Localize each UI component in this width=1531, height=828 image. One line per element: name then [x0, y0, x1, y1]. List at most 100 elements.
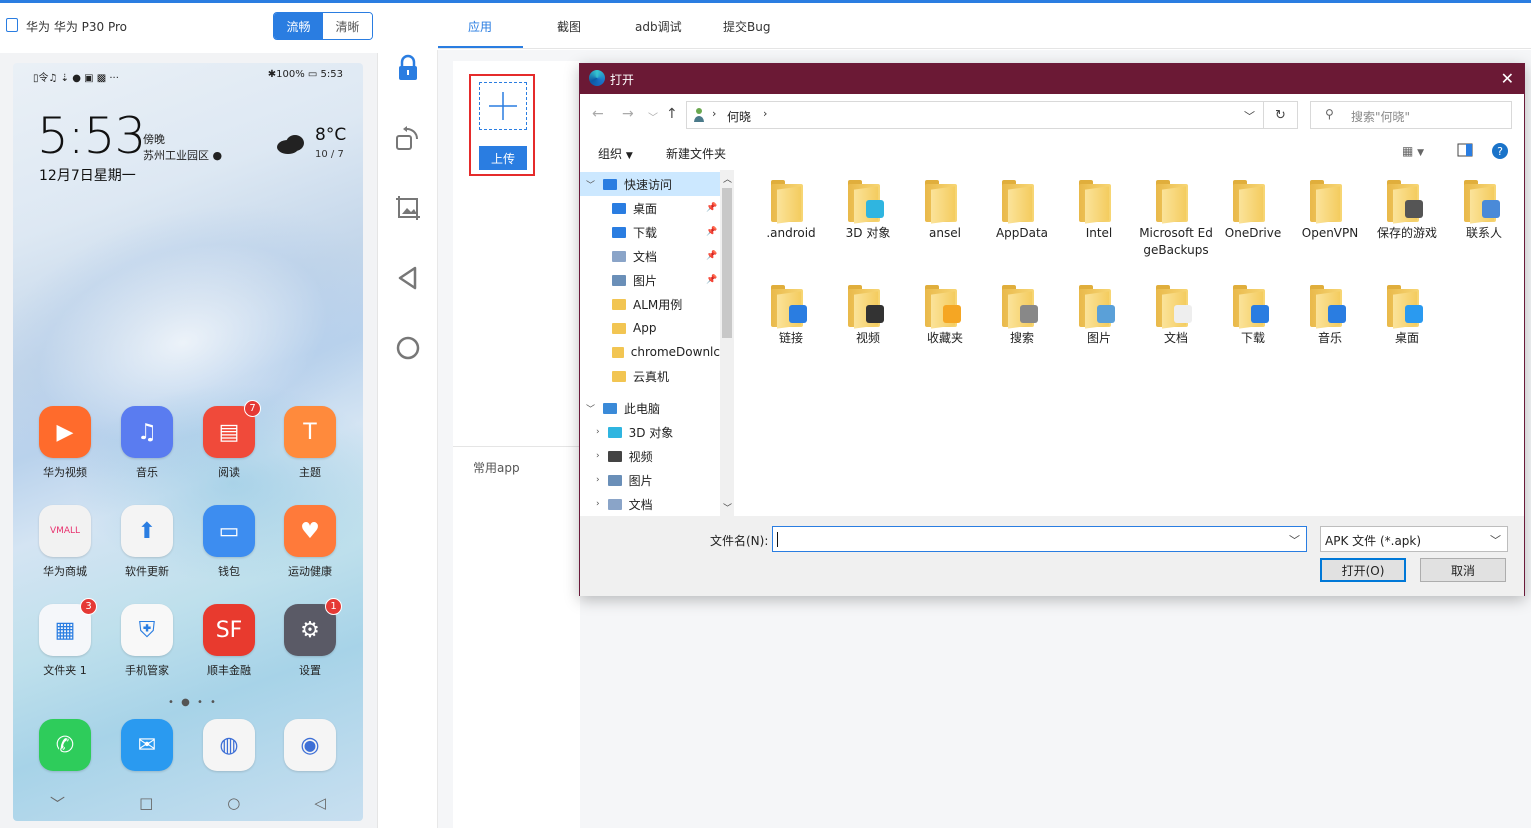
address-dropdown-icon[interactable]: ﹀: [1244, 108, 1255, 124]
file-item[interactable]: 桌面: [1370, 285, 1444, 347]
tab-apps[interactable]: 应用: [468, 18, 492, 35]
file-item[interactable]: 音乐: [1293, 285, 1367, 347]
forward-arrow-icon[interactable]: →: [622, 106, 634, 122]
filename-dropdown-icon[interactable]: ﹀: [1289, 532, 1300, 548]
lock-icon[interactable]: [393, 53, 423, 83]
scrollbar-thumb[interactable]: [722, 188, 732, 338]
dock-messages-icon[interactable]: ✉: [112, 719, 182, 771]
file-item[interactable]: AppData: [985, 180, 1059, 242]
tree-scrollbar[interactable]: ︿ ﹀: [720, 170, 734, 516]
phone-screen[interactable]: ▯令♫ ⇣ ● ▣ ▩ ··· ✱100% ▭ 5:53 5:53 傍晚 苏州工…: [13, 63, 363, 821]
help-icon[interactable]: ?: [1492, 143, 1508, 159]
tree-item[interactable]: › 图片: [580, 468, 720, 492]
app-icon-item[interactable]: ♫ 音乐: [112, 406, 182, 480]
file-item[interactable]: 联系人: [1447, 180, 1521, 242]
file-item[interactable]: 3D 对象: [831, 180, 905, 242]
tree-item[interactable]: 下载 📌: [580, 220, 720, 244]
app-icon-item[interactable]: SF 顺丰金融: [194, 604, 264, 678]
app-icon-item[interactable]: ⛨ 手机管家: [112, 604, 182, 678]
refresh-icon[interactable]: ↻: [1264, 101, 1298, 129]
history-chevron-icon[interactable]: ﹀: [648, 109, 658, 124]
tree-item[interactable]: 文档 📌: [580, 244, 720, 268]
file-item[interactable]: Microsoft EdgeBackups: [1139, 180, 1213, 259]
file-item[interactable]: 链接: [754, 285, 828, 347]
filetype-select[interactable]: APK 文件 (*.apk) ﹀: [1320, 526, 1508, 552]
app-icon-item[interactable]: ▤ 7 阅读: [194, 400, 264, 480]
file-item[interactable]: 下载: [1216, 285, 1290, 347]
collapse-chevron-icon[interactable]: ›: [596, 475, 600, 485]
filename-input[interactable]: ﹀: [772, 526, 1307, 552]
app-icon-item[interactable]: ▦ 3 文件夹 1: [30, 598, 100, 678]
collapse-chevron-icon[interactable]: ›: [596, 499, 600, 509]
tab-screenshot[interactable]: 截图: [557, 18, 581, 35]
screenshot-icon[interactable]: [393, 193, 423, 223]
app-icon-item[interactable]: ♥ 运动健康: [275, 505, 345, 579]
cancel-button[interactable]: 取消: [1420, 558, 1506, 582]
tree-item[interactable]: 图片 📌: [580, 268, 720, 292]
close-icon[interactable]: ✕: [1501, 69, 1514, 88]
tree-item[interactable]: ALM用例: [580, 292, 720, 316]
dialog-titlebar[interactable]: 打开 ✕: [580, 64, 1524, 94]
mode-clear-button[interactable]: 清晰: [323, 13, 372, 39]
tree-item-label: chromeDownlc: [630, 345, 720, 359]
address-bar[interactable]: › 何晓 › ﹀: [686, 101, 1264, 129]
app-icon-item[interactable]: ▶ 华为视频: [30, 406, 100, 480]
dock-phone-icon[interactable]: ✆: [30, 719, 100, 771]
scroll-down-icon[interactable]: ﹀: [723, 501, 732, 514]
file-item[interactable]: 搜索: [985, 285, 1059, 347]
dock-camera-icon[interactable]: ◉: [275, 719, 345, 771]
add-icon[interactable]: [479, 82, 527, 130]
file-item[interactable]: 图片: [1062, 285, 1136, 347]
file-item[interactable]: ansel: [908, 180, 982, 242]
nav-home-icon[interactable]: ○: [227, 794, 240, 812]
tab-adb-debug[interactable]: adb调试: [635, 18, 682, 35]
file-item[interactable]: 保存的游戏: [1370, 180, 1444, 242]
tree-item[interactable]: ﹀ 快速访问: [580, 172, 720, 196]
tree-item[interactable]: › 视频: [580, 444, 720, 468]
tree-item[interactable]: › 3D 对象: [580, 420, 720, 444]
breadcrumb-chevron-icon[interactable]: ›: [763, 107, 767, 120]
upload-area[interactable]: 上传: [469, 74, 535, 176]
file-item[interactable]: .android: [754, 180, 828, 242]
back-arrow-icon[interactable]: ←: [592, 106, 604, 122]
new-folder-button[interactable]: 新建文件夹: [666, 145, 726, 162]
tree-item[interactable]: ﹀ 此电脑: [580, 396, 720, 420]
expand-chevron-icon[interactable]: ﹀: [586, 402, 595, 415]
file-item[interactable]: Intel: [1062, 180, 1136, 242]
file-item[interactable]: OneDrive: [1216, 180, 1290, 242]
up-arrow-icon[interactable]: ↑: [666, 106, 678, 122]
file-item[interactable]: 文档: [1139, 285, 1213, 347]
tree-item[interactable]: 云真机: [580, 364, 720, 388]
open-button[interactable]: 打开(O): [1320, 558, 1406, 582]
app-icon-item[interactable]: T 主题: [275, 406, 345, 480]
nav-collapse-icon[interactable]: ﹀: [50, 793, 65, 814]
mode-fluent-button[interactable]: 流畅: [274, 13, 323, 39]
file-item[interactable]: 收藏夹: [908, 285, 982, 347]
tree-item[interactable]: App: [580, 316, 720, 340]
back-icon[interactable]: [393, 263, 423, 293]
rotate-icon[interactable]: [393, 123, 423, 153]
tree-item[interactable]: 桌面 📌: [580, 196, 720, 220]
app-icon-item[interactable]: ⬆ 软件更新: [112, 505, 182, 579]
preview-pane-icon[interactable]: [1457, 143, 1473, 160]
file-item[interactable]: OpenVPN: [1293, 180, 1367, 242]
upload-button[interactable]: 上传: [479, 146, 527, 170]
collapse-chevron-icon[interactable]: ›: [596, 451, 600, 461]
search-box[interactable]: ⚲ 搜索"何晓": [1310, 101, 1512, 129]
app-icon-item[interactable]: ▭ 钱包: [194, 505, 264, 579]
dock-browser-icon[interactable]: ◍: [194, 719, 264, 771]
organize-menu[interactable]: 组织 ▼: [598, 145, 633, 162]
view-mode-icon[interactable]: ▦ ▼: [1402, 144, 1424, 158]
scroll-up-icon[interactable]: ︿: [723, 172, 732, 185]
home-icon[interactable]: [393, 333, 423, 363]
tree-item[interactable]: › 文档: [580, 492, 720, 516]
app-icon-item[interactable]: VMALL 华为商城: [30, 505, 100, 579]
app-icon-item[interactable]: ⚙ 1 设置: [275, 598, 345, 678]
collapse-chevron-icon[interactable]: ›: [596, 427, 600, 437]
tree-item[interactable]: chromeDownlc: [580, 340, 720, 364]
nav-back-icon[interactable]: ◁: [314, 794, 326, 812]
nav-recent-icon[interactable]: □: [139, 794, 153, 812]
expand-chevron-icon[interactable]: ﹀: [586, 178, 595, 191]
file-item[interactable]: 视频: [831, 285, 905, 347]
tab-submit-bug[interactable]: 提交Bug: [723, 18, 770, 35]
